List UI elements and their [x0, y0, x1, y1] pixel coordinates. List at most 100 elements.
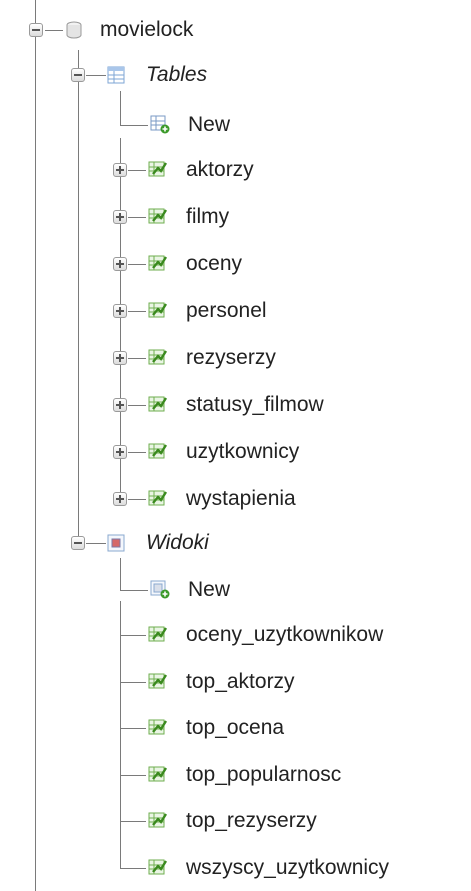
- table-name[interactable]: oceny: [186, 252, 242, 276]
- new-table-label[interactable]: New: [188, 113, 230, 137]
- expand-table-toggle[interactable]: [113, 210, 127, 224]
- table-name[interactable]: uzytkownicy: [186, 440, 299, 464]
- table-item[interactable]: filmy: [0, 185, 471, 237]
- connector-line: [120, 420, 121, 467]
- table-icon: [148, 255, 168, 271]
- connector-line: [120, 821, 146, 822]
- tables-group-label[interactable]: Tables: [146, 63, 207, 87]
- connector-line: [120, 694, 121, 741]
- connector-line: [128, 311, 146, 312]
- new-view-label[interactable]: New: [188, 578, 230, 602]
- connector-line: [120, 774, 146, 776]
- tree-node-new-table[interactable]: New: [0, 91, 471, 145]
- view-item[interactable]: top_rezyserzy: [0, 787, 471, 841]
- table-icon: [148, 208, 168, 224]
- view-icon: [148, 766, 168, 781]
- expand-table-toggle[interactable]: [113, 351, 127, 365]
- expand-table-toggle[interactable]: [113, 445, 127, 459]
- table-name[interactable]: filmy: [186, 205, 229, 229]
- connector-line: [120, 787, 121, 834]
- expand-table-toggle[interactable]: [113, 492, 127, 506]
- table-name[interactable]: statusy_filmow: [186, 393, 324, 417]
- table-name[interactable]: rezyserzy: [186, 346, 276, 370]
- table-icon: [148, 349, 168, 365]
- connector-line: [120, 558, 121, 590]
- table-icon: [148, 443, 168, 459]
- view-item[interactable]: oceny_uzytkownikow: [0, 601, 471, 655]
- connector-line: [120, 681, 146, 683]
- view-item[interactable]: top_aktorzy: [0, 647, 471, 702]
- table-name[interactable]: wystapienia: [186, 487, 296, 511]
- table-icon: [148, 396, 168, 412]
- connector-line: [120, 833, 121, 868]
- table-group-icon: [107, 66, 125, 84]
- connector-line: [120, 138, 121, 185]
- connector-line: [120, 326, 121, 373]
- view-name[interactable]: wszyscy_uzytkownicy: [186, 856, 389, 880]
- table-icon: [148, 490, 168, 506]
- view-item[interactable]: wszyscy_uzytkownicy: [0, 833, 471, 888]
- expand-table-toggle[interactable]: [113, 304, 127, 318]
- view-item[interactable]: top_popularnosc: [0, 740, 471, 795]
- table-item[interactable]: statusy_filmow: [0, 373, 471, 425]
- connector-line: [120, 279, 121, 326]
- table-item[interactable]: rezyserzy: [0, 326, 471, 378]
- expand-table-toggle[interactable]: [113, 163, 127, 177]
- connector-line: [120, 647, 121, 695]
- view-name[interactable]: top_popularnosc: [186, 763, 341, 787]
- connector-line: [120, 635, 146, 636]
- connector-line: [128, 405, 146, 406]
- connector-line: [128, 452, 146, 453]
- tree-node-tables[interactable]: Tables: [0, 58, 471, 98]
- tree-node-views[interactable]: Widoki: [0, 525, 471, 565]
- connector-line: [120, 601, 121, 648]
- connector-line: [120, 867, 146, 869]
- database-icon: [66, 21, 82, 39]
- view-icon: [148, 812, 168, 828]
- view-name[interactable]: top_rezyserzy: [186, 809, 317, 833]
- connector-line: [128, 217, 146, 218]
- tree-node-database[interactable]: movielock: [0, 10, 471, 50]
- connector-line: [128, 358, 146, 359]
- connector-line: [120, 185, 121, 232]
- view-item[interactable]: top_ocena: [0, 694, 471, 748]
- new-table-icon: [150, 115, 170, 134]
- connector-line: [128, 499, 146, 500]
- expand-table-toggle[interactable]: [113, 257, 127, 271]
- view-icon: [148, 719, 168, 735]
- database-name[interactable]: movielock: [100, 18, 193, 42]
- tree-node-new-view[interactable]: New: [0, 558, 471, 610]
- table-item[interactable]: oceny: [0, 232, 471, 284]
- new-view-icon: [150, 580, 170, 599]
- view-name[interactable]: top_ocena: [186, 716, 284, 740]
- view-icon: [148, 626, 168, 642]
- connector-line: [86, 543, 106, 544]
- connector-line: [128, 264, 146, 265]
- connector-line: [45, 30, 63, 31]
- navigation-tree: movielock Tables New aktorzy filmy oceny pe…: [0, 0, 471, 891]
- view-icon: [148, 673, 168, 688]
- table-icon: [148, 302, 168, 318]
- connector-line: [120, 740, 121, 788]
- table-item[interactable]: uzytkownicy: [0, 420, 471, 472]
- table-item[interactable]: wystapienia: [0, 467, 471, 519]
- table-item[interactable]: personel: [0, 279, 471, 331]
- view-group-icon: [107, 534, 125, 552]
- table-name[interactable]: aktorzy: [186, 158, 254, 182]
- view-name[interactable]: top_aktorzy: [186, 670, 295, 694]
- view-name[interactable]: oceny_uzytkownikow: [186, 623, 383, 647]
- collapse-tables-toggle[interactable]: [71, 68, 85, 82]
- views-group-label[interactable]: Widoki: [146, 531, 209, 555]
- table-icon: [148, 161, 168, 177]
- collapse-database-toggle[interactable]: [29, 23, 43, 37]
- connector-line: [120, 91, 121, 125]
- expand-table-toggle[interactable]: [113, 398, 127, 412]
- connector-line: [120, 232, 121, 279]
- table-name[interactable]: personel: [186, 299, 267, 323]
- connector-line: [120, 590, 148, 591]
- connector-line: [128, 170, 146, 171]
- connector-line: [120, 373, 121, 420]
- connector-line: [120, 728, 146, 729]
- collapse-views-toggle[interactable]: [71, 536, 85, 550]
- table-item[interactable]: aktorzy: [0, 138, 471, 190]
